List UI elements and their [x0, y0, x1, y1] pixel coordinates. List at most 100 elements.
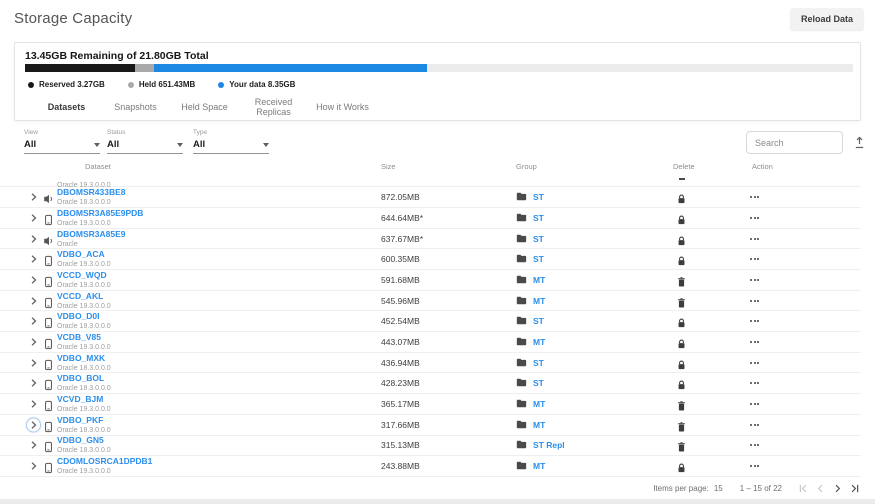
tab-held-space[interactable]: Held Space [170, 102, 239, 112]
row-actions-button[interactable] [750, 238, 759, 240]
reload-data-button[interactable]: Reload Data [790, 8, 864, 30]
delete-icon[interactable] [679, 178, 685, 180]
expand-chevron-icon[interactable] [26, 314, 41, 329]
group-link[interactable]: ST [533, 378, 544, 388]
lock-icon[interactable] [677, 212, 686, 223]
group-link[interactable]: MT [533, 461, 545, 471]
dataset-name-link[interactable]: DBOMSR433BE8 [57, 188, 126, 197]
dataset-name-link[interactable]: DBOMSR3A85E9PDB [57, 209, 143, 218]
type-filter[interactable]: Type All [193, 129, 269, 156]
dataset-name-link[interactable]: VDBO_ACA [57, 250, 111, 259]
dataset-name-link[interactable]: VDBO_GN5 [57, 436, 111, 445]
items-per-page-select[interactable]: 15 [714, 484, 723, 493]
filter-value: All [193, 139, 205, 150]
group-link[interactable]: MT [533, 420, 545, 430]
expand-chevron-icon[interactable] [26, 210, 41, 225]
dataset-name-link[interactable]: VCCD_WQD [57, 271, 111, 280]
group-link[interactable]: ST [533, 316, 544, 326]
row-actions-button[interactable] [750, 403, 759, 405]
capacity-segment [135, 64, 154, 72]
row-actions-button[interactable] [750, 196, 759, 198]
expand-chevron-icon[interactable] [26, 334, 41, 349]
row-actions-button[interactable] [750, 382, 759, 384]
row-actions-button[interactable] [750, 279, 759, 281]
expand-chevron-icon[interactable] [26, 190, 41, 205]
expand-chevron-icon[interactable] [26, 438, 41, 453]
row-actions-button[interactable] [750, 320, 759, 322]
paginator: Items per page: 15 1 – 15 of 22 [0, 477, 861, 499]
last-page-icon[interactable] [847, 481, 861, 495]
filter-value: All [24, 139, 36, 150]
filter-value: All [107, 139, 119, 150]
lock-icon[interactable] [677, 461, 686, 472]
group-link[interactable]: ST [533, 213, 544, 223]
next-page-icon[interactable] [830, 481, 844, 495]
lock-icon[interactable] [677, 378, 686, 389]
trash-icon[interactable] [677, 295, 686, 306]
group-link[interactable]: MT [533, 275, 545, 285]
row-actions-button[interactable] [750, 424, 759, 426]
dataset-subtitle: Oracle 19.3.0.0.0 [57, 468, 152, 475]
expand-chevron-icon[interactable] [26, 252, 41, 267]
expand-chevron-icon[interactable] [26, 417, 41, 432]
legend-dot-icon [28, 82, 34, 88]
expand-chevron-icon[interactable] [26, 376, 41, 391]
tab-datasets[interactable]: Datasets [32, 102, 101, 112]
view-filter[interactable]: View All [24, 129, 100, 156]
expand-chevron-icon[interactable] [26, 231, 41, 246]
trash-icon[interactable] [677, 399, 686, 410]
row-actions-button[interactable] [750, 444, 759, 446]
export-icon[interactable] [852, 136, 866, 150]
expand-chevron-icon[interactable] [26, 355, 41, 370]
lock-icon[interactable] [677, 357, 686, 368]
row-actions-button[interactable] [750, 341, 759, 343]
row-actions-button[interactable] [750, 300, 759, 302]
dataset-name-link[interactable]: VDBO_BOL [57, 374, 111, 383]
lock-icon[interactable] [677, 336, 686, 347]
status-filter[interactable]: Status All [107, 129, 183, 156]
lock-icon[interactable] [677, 254, 686, 265]
dataset-name-link[interactable]: DBOMSR3A85E9 [57, 230, 126, 239]
legend-dot-icon [218, 82, 224, 88]
lock-icon[interactable] [677, 233, 686, 244]
trash-icon[interactable] [677, 419, 686, 430]
tab-how-it-works[interactable]: How it Works [308, 102, 377, 112]
row-actions-button[interactable] [750, 465, 759, 467]
tab-received-replicas[interactable]: Received Replicas [239, 97, 308, 117]
dataset-size: 591.68MB [381, 275, 420, 285]
folder-icon [516, 333, 527, 351]
tab-snapshots[interactable]: Snapshots [101, 102, 170, 112]
trash-icon[interactable] [677, 274, 686, 285]
dataset-name-link[interactable]: VCCD_AKL [57, 292, 111, 301]
dataset-name-link[interactable]: VDBO_MXK [57, 354, 111, 363]
dataset-name-link[interactable]: VCDB_V85 [57, 333, 111, 342]
group-link[interactable]: MT [533, 337, 545, 347]
expand-chevron-icon[interactable] [26, 272, 41, 287]
expand-chevron-icon[interactable] [26, 397, 41, 412]
expand-chevron-icon[interactable] [26, 293, 41, 308]
row-actions-button[interactable] [750, 258, 759, 260]
dataset-name-link[interactable]: CDOMLOSRCA1DPDB1 [57, 457, 152, 466]
dataset-name-link[interactable]: VDBO_D0I [57, 312, 111, 321]
first-page-icon[interactable] [796, 481, 810, 495]
search-input[interactable] [746, 131, 843, 154]
expand-chevron-icon[interactable] [26, 459, 41, 474]
group-link[interactable]: ST [533, 254, 544, 264]
trash-icon[interactable] [677, 440, 686, 451]
folder-icon [516, 457, 527, 475]
dataset-name-link[interactable]: VCVD_BJM [57, 395, 111, 404]
group-link[interactable]: ST [533, 358, 544, 368]
row-actions-button[interactable] [750, 217, 759, 219]
lock-icon[interactable] [677, 316, 686, 327]
horizontal-scrollbar[interactable] [0, 499, 875, 504]
group-link[interactable]: MT [533, 296, 545, 306]
dataset-size: 872.05MB [381, 192, 420, 202]
row-actions-button[interactable] [750, 362, 759, 364]
dataset-name-link[interactable]: VDBO_PKF [57, 416, 111, 425]
group-link[interactable]: ST [533, 192, 544, 202]
group-link[interactable]: ST Repl [533, 440, 565, 450]
previous-page-icon[interactable] [813, 481, 827, 495]
group-link[interactable]: ST [533, 234, 544, 244]
lock-icon[interactable] [677, 192, 686, 203]
group-link[interactable]: MT [533, 399, 545, 409]
